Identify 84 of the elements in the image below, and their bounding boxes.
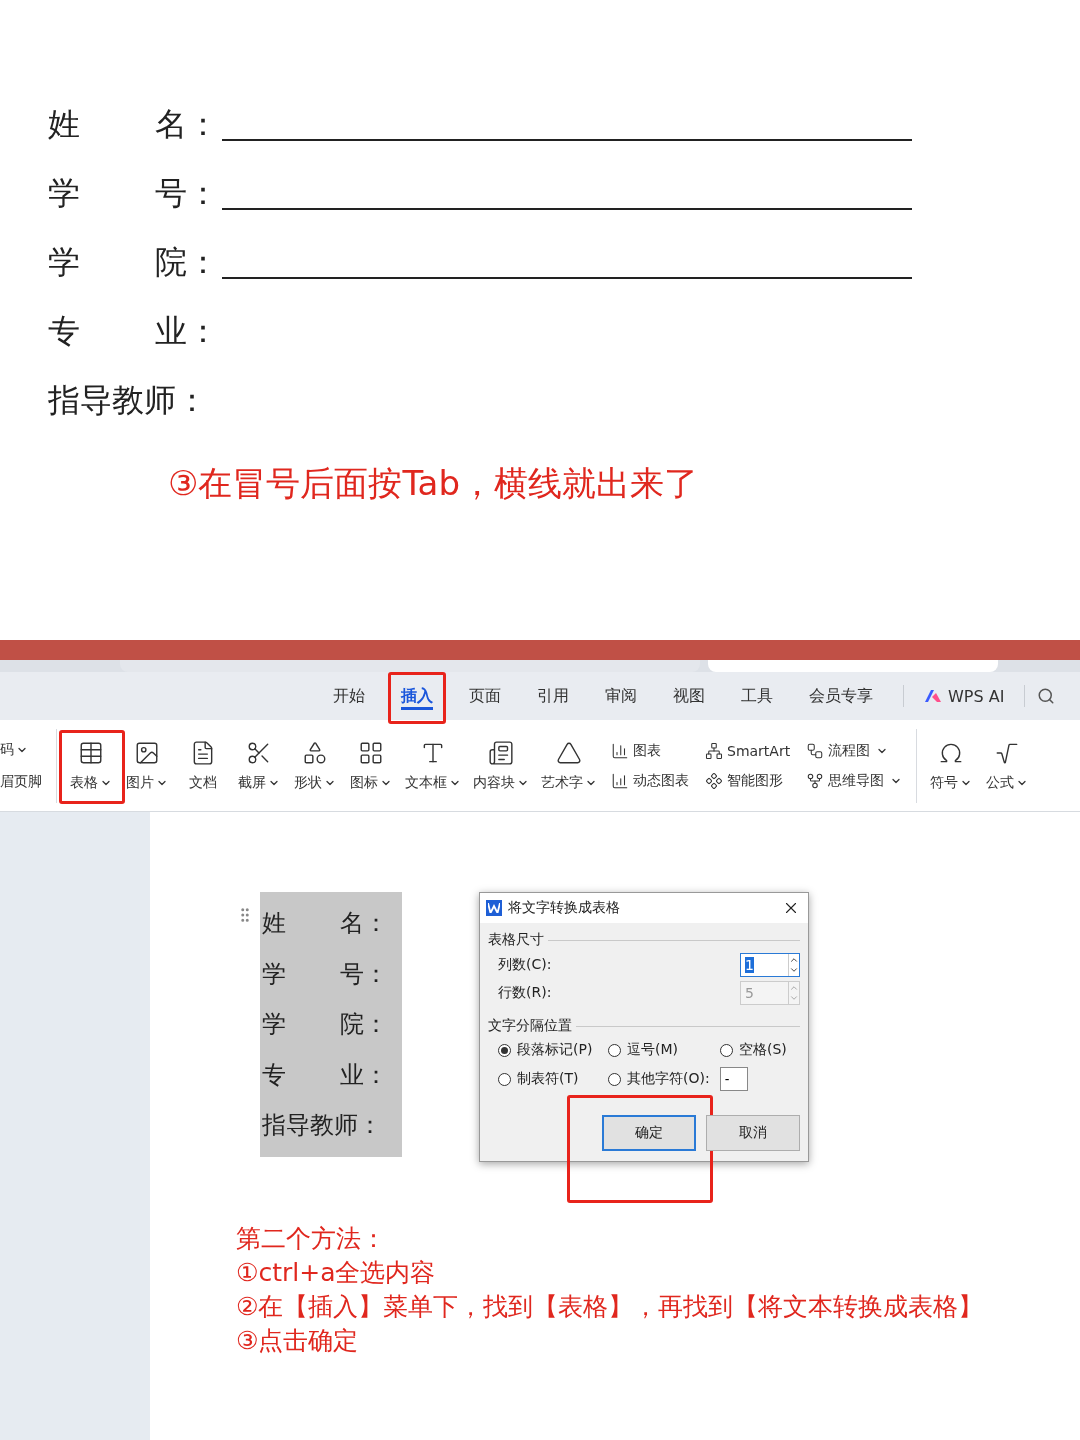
ribbon-button[interactable]: 动态图表 bbox=[611, 771, 689, 790]
ribbon-button[interactable]: 公式 bbox=[979, 739, 1036, 792]
menu-tab[interactable]: 页面 bbox=[451, 672, 519, 720]
radio-option[interactable]: 空格(S) bbox=[720, 1041, 810, 1059]
chart-icon bbox=[611, 771, 629, 790]
text-line: 名： bbox=[340, 909, 388, 939]
text-line: 学 bbox=[262, 959, 287, 989]
form-label: 号： bbox=[155, 174, 220, 213]
dialog-button[interactable]: 取消 bbox=[706, 1115, 800, 1151]
ribbon-button[interactable]: 文档 bbox=[175, 739, 231, 792]
radio-option[interactable]: 其他字符(O): - bbox=[608, 1067, 810, 1091]
instruction-text: ②在【插入】菜单下，找到【表格】，再找到【将文本转换成表格】 bbox=[236, 1291, 985, 1323]
menu-tab[interactable]: 审阅 bbox=[587, 672, 655, 720]
fill-in-line[interactable] bbox=[222, 208, 912, 210]
ribbon-button[interactable]: 码 bbox=[0, 740, 50, 759]
field-label: 行数(R): bbox=[498, 984, 552, 1002]
spin-up-icon[interactable] bbox=[789, 955, 799, 965]
hierarchy-icon bbox=[705, 741, 723, 760]
form-label: 姓 bbox=[48, 105, 81, 144]
ribbon-button[interactable]: 图标 bbox=[343, 739, 399, 792]
menu-tab[interactable]: 工具 bbox=[723, 672, 791, 720]
ribbon-button[interactable]: 思维导图 bbox=[806, 771, 903, 790]
wps-ai-tab[interactable]: WPS AI bbox=[916, 686, 1013, 706]
number-field[interactable]: 1 bbox=[740, 953, 800, 977]
form-label: 名： bbox=[155, 105, 220, 144]
fill-in-line[interactable] bbox=[222, 277, 912, 279]
ribbon-button[interactable]: 形状 bbox=[287, 739, 343, 792]
ribbon-button[interactable]: 图表 bbox=[611, 741, 689, 760]
branch-icon bbox=[806, 771, 825, 790]
spin-down-icon[interactable] bbox=[789, 965, 799, 975]
menu-tab[interactable]: 插入 bbox=[383, 672, 451, 720]
ribbon-button[interactable]: 内容块 bbox=[467, 739, 535, 792]
ribbon-button[interactable]: 艺术字 bbox=[535, 739, 603, 792]
shapes-icon bbox=[705, 771, 723, 790]
form-label: 学 bbox=[48, 174, 81, 213]
instruction-text: ③点击确定 bbox=[236, 1325, 360, 1357]
radio-option[interactable]: 段落标记(P) bbox=[498, 1041, 608, 1059]
radio-option[interactable]: 制表符(T) bbox=[498, 1067, 608, 1091]
instruction-text: ①ctrl+a全选内容 bbox=[236, 1257, 437, 1289]
form-label: 院： bbox=[155, 243, 220, 282]
caption-text: ③在冒号后面按Tab，横线就出来了 bbox=[168, 462, 700, 505]
dialog-button[interactable]: 确定 bbox=[602, 1115, 696, 1151]
ai-logo-icon bbox=[924, 689, 942, 703]
text-line: 学 bbox=[262, 1010, 287, 1040]
ribbon-button[interactable]: 表格 bbox=[63, 739, 119, 792]
ribbon-button[interactable]: 流程图 bbox=[806, 741, 903, 760]
section-title: 文字分隔位置 bbox=[488, 1017, 572, 1035]
ribbon-button[interactable]: 符号 bbox=[923, 739, 980, 792]
text-line: 号： bbox=[340, 959, 388, 989]
chart-icon bbox=[611, 741, 629, 760]
radio-option[interactable]: 逗号(M) bbox=[608, 1041, 720, 1059]
window-tab[interactable] bbox=[120, 660, 700, 672]
ribbon-button[interactable]: 文本框 bbox=[399, 739, 467, 792]
form-label: 指导教师： bbox=[48, 381, 208, 420]
dialog-title: 将文字转换成表格 bbox=[508, 899, 621, 917]
text-line: 指导教师： bbox=[262, 1111, 382, 1141]
tab-underline bbox=[401, 707, 433, 710]
section-title: 表格尺寸 bbox=[488, 931, 544, 949]
form-label: 专 bbox=[48, 312, 81, 351]
form-label: 业： bbox=[155, 312, 220, 351]
workflow-icon bbox=[806, 741, 825, 760]
shapes-icon bbox=[302, 739, 328, 766]
text-line: 专 bbox=[262, 1060, 287, 1090]
newspaper-icon bbox=[488, 739, 514, 766]
search-icon[interactable] bbox=[1037, 687, 1056, 705]
ribbon-button[interactable]: 截屏 bbox=[231, 739, 287, 792]
menu-tab[interactable]: 引用 bbox=[519, 672, 587, 720]
menu-tab[interactable]: 视图 bbox=[655, 672, 723, 720]
text-line: 业： bbox=[340, 1060, 388, 1090]
instruction-text: 第二个方法： bbox=[236, 1223, 387, 1255]
input-field[interactable]: - bbox=[719, 1067, 748, 1091]
fill-in-line[interactable] bbox=[222, 139, 912, 141]
form-label: 学 bbox=[48, 243, 81, 282]
ribbon-button[interactable]: 图片 bbox=[119, 739, 175, 792]
ribbon-button[interactable]: 眉页脚 bbox=[0, 772, 50, 791]
ribbon-button[interactable]: 智能图形 bbox=[705, 771, 791, 790]
text-line: 院： bbox=[340, 1010, 388, 1040]
app-logo-icon bbox=[486, 900, 502, 916]
menu-tab[interactable]: 开始 bbox=[315, 672, 383, 720]
window-tab[interactable] bbox=[708, 660, 998, 672]
menu-tab[interactable]: 会员专享 bbox=[791, 672, 891, 720]
field-label: 列数(C): bbox=[498, 956, 552, 974]
ribbon-button[interactable]: SmartArt bbox=[705, 741, 791, 760]
text-line: 姓 bbox=[262, 909, 287, 939]
